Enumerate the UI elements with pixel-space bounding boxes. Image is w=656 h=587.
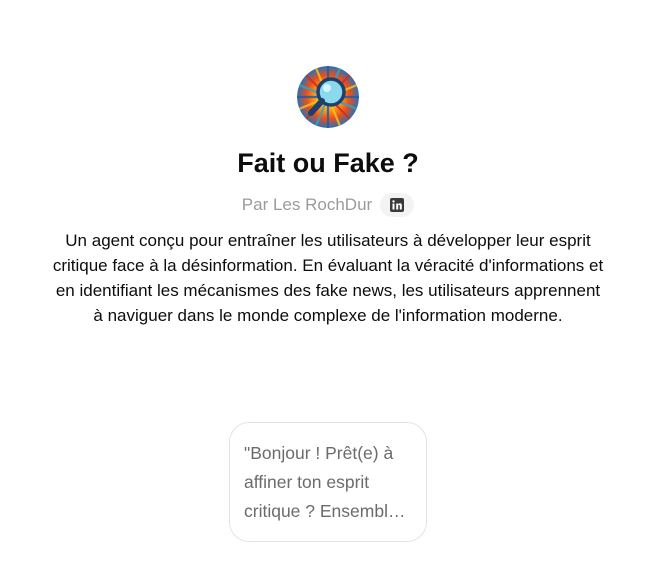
magnifying-glass-sunburst-icon — [297, 66, 359, 128]
author-byline: Par Les RochDur — [0, 193, 656, 217]
linkedin-icon — [390, 198, 405, 212]
gpt-description: Un agent conçu pour entraîner les utilis… — [52, 231, 604, 325]
linkedin-link[interactable] — [380, 193, 415, 217]
author-name: Par Les RochDur — [241, 195, 373, 214]
gpt-avatar — [297, 66, 359, 128]
gpt-intro-page: Fait ou Fake ? Par Les RochDur Un agent … — [0, 0, 656, 587]
conversation-starter-text: "Bonjour ! Prêt(e) à affiner ton esprit … — [244, 443, 403, 521]
gpt-title: Fait ou Fake ? — [237, 148, 419, 178]
conversation-starter-button[interactable]: "Bonjour ! Prêt(e) à affiner ton esprit … — [229, 422, 427, 542]
